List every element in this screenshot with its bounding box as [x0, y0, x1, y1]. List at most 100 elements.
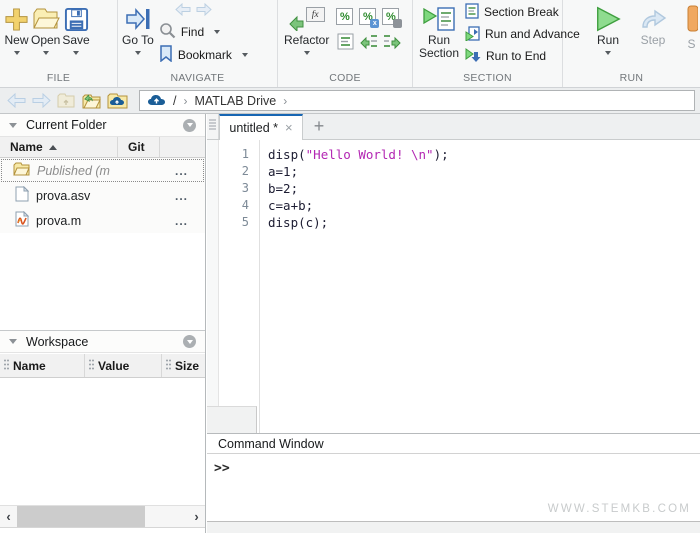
row-actions-button[interactable]: ...	[175, 164, 188, 178]
refactor-button[interactable]: fx Refactor	[284, 0, 329, 55]
step-button[interactable]: Step	[639, 0, 667, 47]
history-arrows	[159, 2, 248, 20]
code-line: b=2;	[268, 180, 700, 197]
save-button[interactable]: Save	[62, 0, 89, 55]
cloud-drive-icon	[147, 93, 166, 109]
wrap-comments-icon[interactable]: %	[382, 8, 399, 25]
find-button[interactable]: Find	[159, 20, 248, 43]
command-prompt: >>	[214, 461, 230, 476]
run-section-button[interactable]: Run Section	[415, 0, 463, 60]
forward-arrow-icon[interactable]	[196, 3, 212, 19]
panel-menu-icon[interactable]	[183, 119, 196, 132]
goto-button[interactable]: Go To	[122, 0, 154, 55]
stop-icon	[686, 5, 698, 35]
file-icon	[15, 186, 29, 205]
run-button[interactable]: Run	[593, 0, 623, 55]
uncomment-icon[interactable]: %x	[359, 8, 376, 25]
scrollbar-track[interactable]	[17, 506, 188, 527]
command-window[interactable]: >> WWW.STEMKB.COM	[207, 455, 700, 521]
editor-area: untitled * × + 1 2 3 4 5 disp("Hello Wor…	[207, 114, 700, 533]
column-git[interactable]: Git	[118, 137, 160, 157]
code-line: disp(c);	[268, 214, 700, 231]
decrease-indent-icon[interactable]	[382, 32, 401, 51]
browse-folder-icon[interactable]	[81, 93, 101, 109]
navigate-section-label: NAVIGATE	[118, 72, 277, 84]
row-actions-button[interactable]: ...	[175, 189, 188, 203]
increase-indent-icon[interactable]	[359, 32, 378, 51]
current-folder-title: Current Folder	[26, 118, 183, 132]
line-number-gutter: 1 2 3 4 5	[219, 140, 260, 433]
line-number: 3	[219, 180, 249, 197]
navigate-column: Find Bookmark	[159, 0, 248, 66]
chevron-down-icon	[242, 53, 248, 57]
left-sidebar: Current Folder Name Git Published (m ...…	[0, 114, 206, 533]
refactor-fx-icon: fx	[289, 7, 325, 31]
tab-strip-handle[interactable]	[207, 114, 219, 139]
column-value[interactable]: Value	[85, 354, 162, 377]
breadcrumb-chevron-icon: ›	[283, 94, 287, 108]
comment-icon[interactable]: %	[336, 8, 353, 25]
current-folder-header: Current Folder	[0, 114, 205, 137]
command-window-header[interactable]: Command Window	[207, 433, 700, 454]
section-break-icon	[465, 3, 479, 22]
scroll-right-icon[interactable]: ›	[188, 506, 205, 527]
bottom-strip	[207, 521, 700, 533]
smart-indent-icon[interactable]	[336, 32, 355, 51]
code-line: disp("Hello World! \n");	[268, 146, 700, 163]
close-icon[interactable]: ×	[285, 123, 293, 133]
tab-untitled[interactable]: untitled * ×	[219, 114, 303, 140]
section-section-label: SECTION	[413, 72, 562, 84]
file-row-prova-asv[interactable]: prova.asv ...	[0, 183, 205, 208]
new-button[interactable]: New	[4, 0, 29, 55]
horizontal-scrollbar[interactable]: ‹ ›	[0, 505, 205, 528]
column-size[interactable]: Size	[162, 354, 205, 377]
open-button[interactable]: Open	[31, 0, 60, 55]
save-floppy-icon	[64, 4, 89, 34]
ribbon-section-file: New Open Save FILE	[0, 0, 118, 87]
line-number: 2	[219, 163, 249, 180]
folder-icon	[13, 162, 30, 179]
grip-dots-icon	[89, 359, 94, 373]
scroll-left-icon[interactable]: ‹	[0, 506, 17, 527]
badge-arrow-icon	[393, 19, 402, 28]
code-editor[interactable]: 1 2 3 4 5 disp("Hello World! \n"); a=1; …	[207, 140, 700, 433]
column-name[interactable]: Name	[0, 137, 118, 157]
tab-title: untitled *	[229, 121, 278, 135]
ribbon-section-section: Run Section Section Break Run and Advanc…	[413, 0, 563, 87]
run-and-advance-icon	[465, 25, 480, 44]
scrollbar-thumb[interactable]	[17, 506, 145, 527]
current-folder-columns: Name Git	[0, 137, 205, 158]
bookmark-button[interactable]: Bookmark	[159, 43, 248, 66]
step-arrow-icon	[639, 4, 667, 34]
chevron-down-icon	[214, 30, 220, 34]
code-content[interactable]: disp("Hello World! \n"); a=1; b=2; c=a+b…	[260, 140, 700, 433]
collapse-triangle-icon[interactable]	[9, 123, 17, 128]
back-arrow-icon[interactable]	[175, 3, 191, 19]
ribbon-section-run: Run Step S RUN	[563, 0, 700, 87]
code-line: c=a+b;	[268, 197, 700, 214]
collapse-triangle-icon[interactable]	[9, 339, 17, 344]
file-row-prova-m[interactable]: prova.m ...	[0, 208, 205, 233]
forward-arrow-icon[interactable]	[32, 93, 51, 108]
folder-up-icon[interactable]	[57, 93, 75, 108]
open-folder-icon	[32, 4, 60, 34]
workspace-columns: Name Value Size	[0, 354, 205, 378]
drive-folder-icon[interactable]	[107, 93, 128, 109]
column-name[interactable]: Name	[0, 354, 85, 377]
line-number: 5	[219, 214, 249, 231]
chevron-down-icon	[605, 51, 611, 55]
matlab-file-icon	[15, 211, 29, 230]
bookmark-icon	[159, 45, 173, 65]
new-tab-button[interactable]: +	[303, 114, 335, 139]
column-blank[interactable]	[160, 137, 205, 157]
panel-menu-icon[interactable]	[183, 335, 196, 348]
breadcrumb-location[interactable]: MATLAB Drive	[194, 94, 276, 108]
back-arrow-icon[interactable]	[7, 93, 26, 108]
breadcrumb-root[interactable]: /	[173, 94, 176, 108]
file-row-published[interactable]: Published (m ...	[0, 158, 205, 183]
editor-tabbar: untitled * × +	[207, 114, 700, 140]
stop-button-partial[interactable]: S	[683, 0, 700, 51]
ribbon-section-navigate: Go To Find	[118, 0, 278, 87]
address-bar[interactable]: / › MATLAB Drive ›	[139, 90, 695, 111]
row-actions-button[interactable]: ...	[175, 214, 188, 228]
